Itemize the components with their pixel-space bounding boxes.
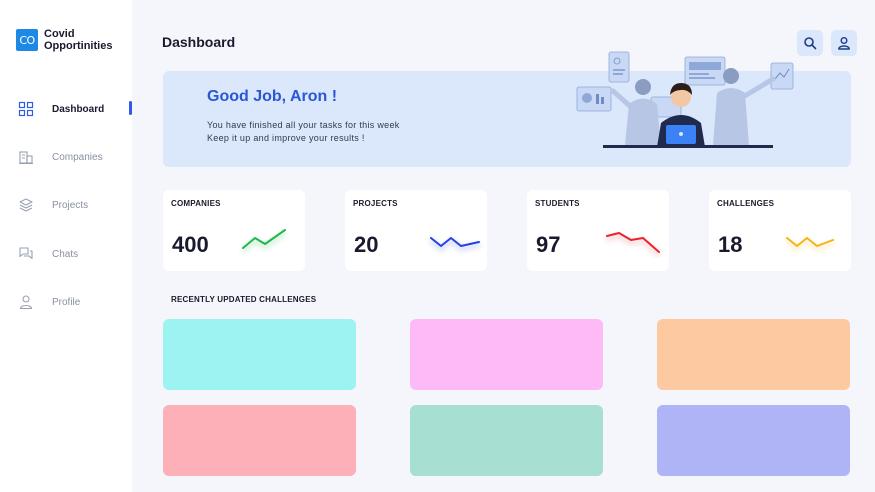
sparkline-wave-icon [430, 237, 480, 247]
sidebar: CO Covid Opportinities Dashboard Compani… [0, 0, 132, 492]
building-icon [19, 151, 33, 164]
stat-value: 18 [718, 232, 743, 257]
sidebar-item-companies[interactable]: Companies [0, 147, 132, 167]
sidebar-item-projects[interactable]: Projects [0, 195, 132, 215]
stat-card-students[interactable]: STUDENTS 97 [527, 190, 669, 271]
team-illustration [576, 51, 794, 148]
banner-title: Good Job, Aron ! [207, 88, 338, 105]
sidebar-item-profile[interactable]: Profile [0, 292, 132, 312]
sparkline-wave-icon [786, 237, 834, 247]
stat-card-companies[interactable]: COMPANIES 400 [163, 190, 305, 271]
stat-card-challenges[interactable]: CHALLENGES 18 [709, 190, 851, 271]
sidebar-item-label: Projects [52, 199, 89, 211]
profile-button[interactable] [831, 30, 857, 56]
user-icon [19, 295, 33, 310]
challenge-card[interactable] [657, 405, 850, 476]
stat-label: COMPANIES [171, 199, 221, 208]
sidebar-item-label: Chats [52, 248, 79, 260]
stat-label: CHALLENGES [717, 199, 775, 208]
challenge-card[interactable] [163, 319, 356, 390]
logo-mark: CO [16, 29, 38, 51]
active-indicator [129, 101, 132, 115]
sidebar-item-chats[interactable]: Chats [0, 244, 132, 264]
stat-label: PROJECTS [353, 199, 398, 208]
welcome-banner: Good Job, Aron ! You have finished all y… [163, 51, 851, 167]
section-title: RECENTLY UPDATED CHALLENGES [171, 295, 317, 304]
search-icon [804, 37, 817, 50]
dashboard-grid-icon [18, 101, 34, 117]
challenge-card[interactable] [410, 405, 603, 476]
stat-value: 97 [536, 232, 561, 257]
chat-bubbles-icon [19, 247, 33, 260]
stat-value: 400 [172, 232, 209, 257]
sparkline-down-icon [606, 232, 660, 253]
app-logo[interactable]: CO Covid Opportinities [16, 28, 124, 52]
challenge-card[interactable] [410, 319, 603, 390]
stat-label: STUDENTS [535, 199, 580, 208]
layers-icon [19, 198, 33, 212]
user-icon [838, 37, 850, 50]
stat-value: 20 [354, 232, 379, 257]
app-name: Covid Opportinities [44, 28, 113, 52]
challenge-card[interactable] [657, 319, 850, 390]
page-title: Dashboard [162, 34, 236, 50]
stat-card-projects[interactable]: PROJECTS 20 [345, 190, 487, 271]
challenge-card[interactable] [163, 405, 356, 476]
sparkline-up-icon [242, 229, 286, 249]
sidebar-item-label: Profile [52, 296, 81, 308]
banner-line-2: Keep it up and improve your results ! [207, 133, 365, 143]
banner-line-1: You have finished all your tasks for thi… [207, 120, 400, 130]
sidebar-item-dashboard[interactable]: Dashboard [0, 99, 132, 119]
banner-message: You have finished all your tasks for thi… [207, 119, 467, 145]
sidebar-item-label: Dashboard [52, 103, 105, 115]
sidebar-item-label: Companies [52, 151, 103, 163]
